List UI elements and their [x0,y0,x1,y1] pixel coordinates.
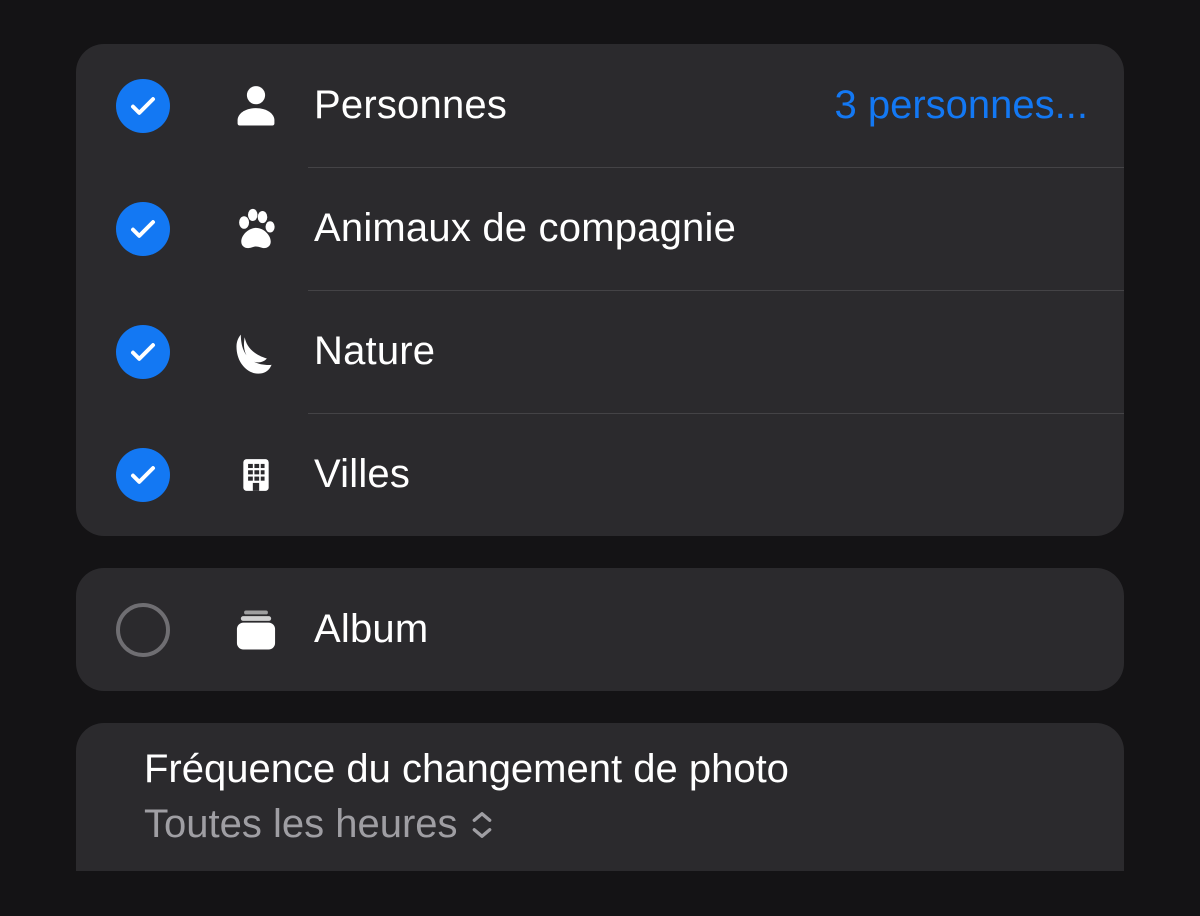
category-row-people[interactable]: Personnes 3 personnes... [76,44,1124,167]
check-icon [128,337,158,367]
checkbox-cities[interactable] [116,448,170,502]
album-label: Album [314,607,1088,652]
checkbox-people[interactable] [116,79,170,133]
frequency-value: Toutes les heures [144,802,458,847]
category-row-nature[interactable]: Nature [76,290,1124,413]
category-label: Nature [314,329,1088,374]
checkbox-pets[interactable] [116,202,170,256]
category-row-pets[interactable]: Animaux de compagnie [76,167,1124,290]
person-icon [226,80,286,132]
frequency-title: Fréquence du changement de photo [144,747,1084,792]
building-icon [226,450,286,500]
check-icon [128,214,158,244]
category-label: Animaux de compagnie [314,206,1088,251]
radio-album[interactable] [116,603,170,657]
category-detail-people[interactable]: 3 personnes... [835,83,1089,128]
album-icon [226,604,286,656]
frequency-selector[interactable]: Toutes les heures [144,802,1084,847]
checkbox-nature[interactable] [116,325,170,379]
leaf-icon [226,326,286,378]
categories-panel: Personnes 3 personnes... Animaux de comp… [76,44,1124,536]
check-icon [128,91,158,121]
category-label: Villes [314,452,1088,497]
category-row-cities[interactable]: Villes [76,413,1124,536]
album-panel: Album [76,568,1124,691]
category-label: Personnes [314,83,835,128]
album-row[interactable]: Album [76,568,1124,691]
frequency-panel: Fréquence du changement de photo Toutes … [76,723,1124,871]
paw-icon [226,203,286,255]
check-icon [128,460,158,490]
up-down-chevron-icon [468,803,496,847]
